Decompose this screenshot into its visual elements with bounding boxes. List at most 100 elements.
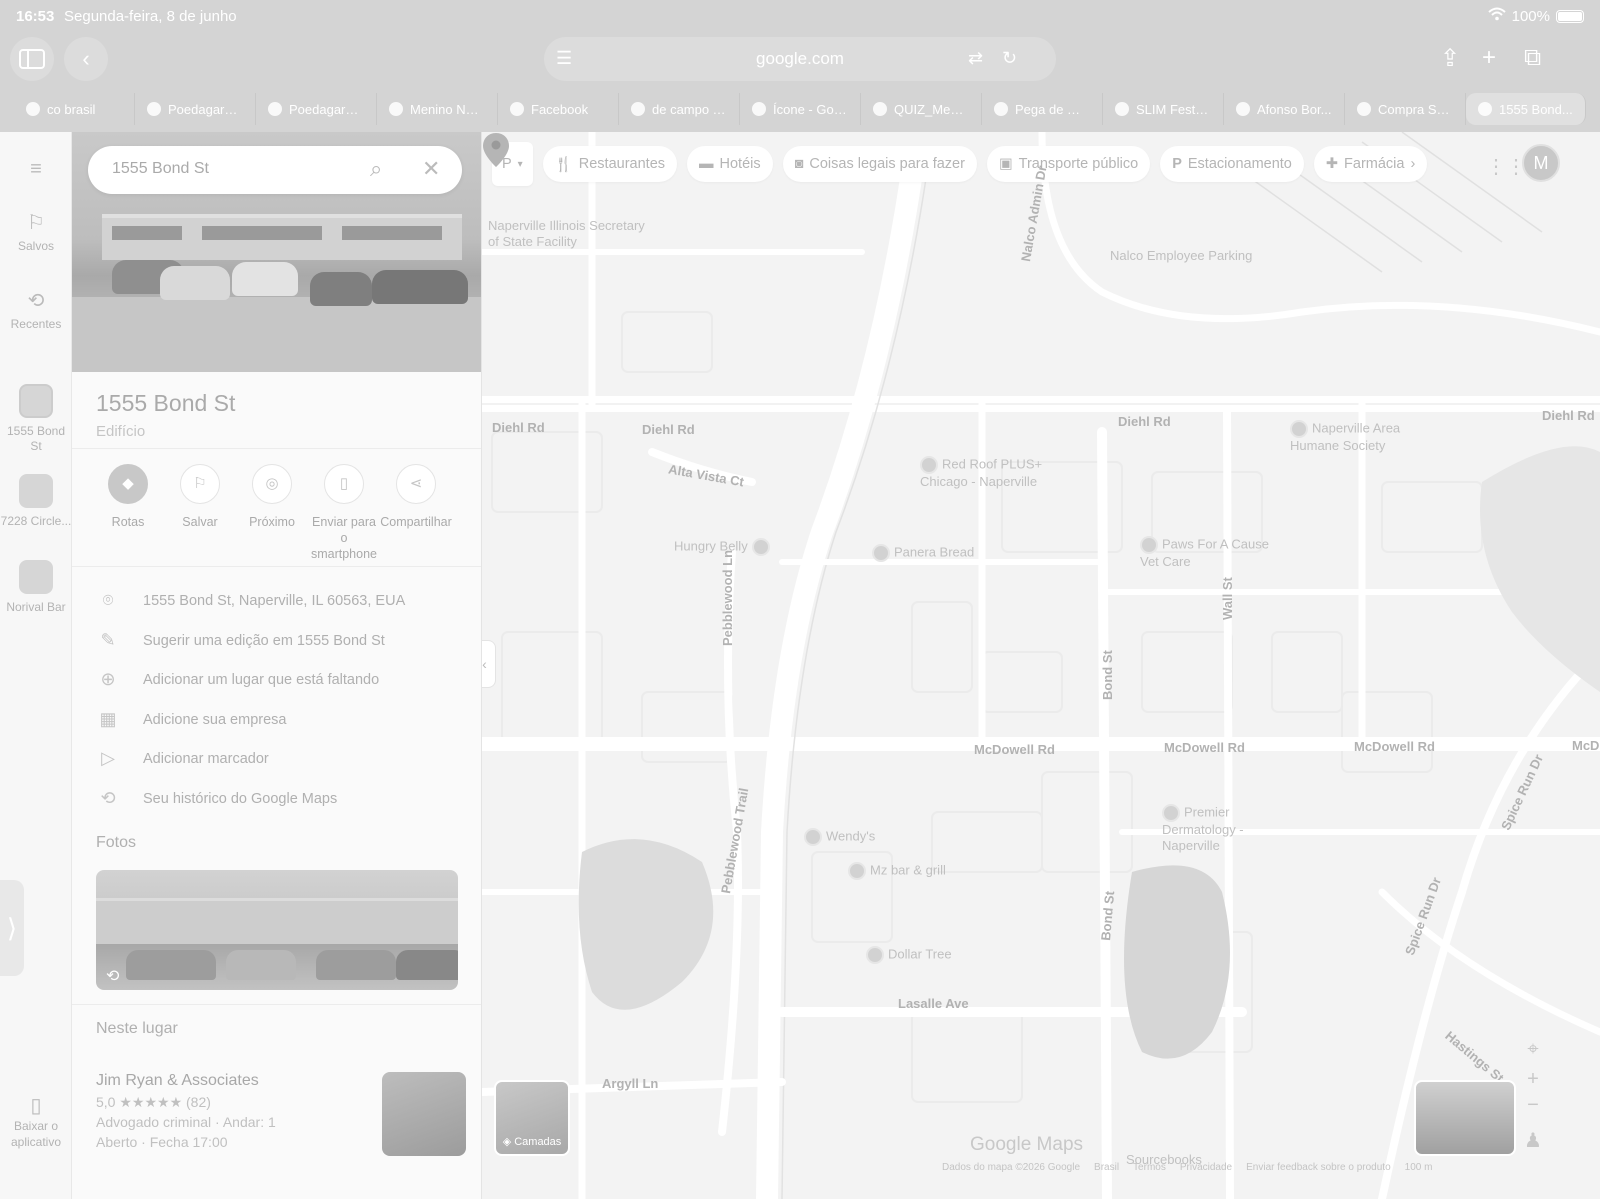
search-input[interactable]: 1555 Bond St ⌕ ✕ (88, 146, 462, 194)
my-location-icon[interactable]: ⌖ (1518, 1038, 1548, 1061)
tab-bar: co brasil Poedagar&... Poedagar&... Menino … (0, 86, 1600, 132)
poi-marker[interactable]: Dollar Tree (866, 946, 952, 964)
poi-marker[interactable]: Red Roof PLUS+ Chicago - Naperville (920, 456, 1070, 490)
chip-farmacia[interactable]: ✚ Farmácia › (1313, 146, 1428, 182)
add-business-row[interactable]: ▦ Adicione sua empresa (96, 709, 466, 733)
sidebar-toggle-button[interactable] (10, 37, 54, 81)
poi-marker[interactable]: Mz bar & grill (848, 862, 946, 880)
new-tab-icon[interactable]: + (1482, 44, 1496, 72)
window-shape (342, 226, 442, 240)
browser-tab-label: co brasil (47, 101, 96, 117)
menu-button[interactable]: ≡ (0, 158, 72, 185)
browser-tab[interactable]: Poedagar&... (256, 93, 377, 125)
poi-marker[interactable]: Naperville Area Humane Society (1290, 420, 1440, 454)
restaurant-icon (848, 862, 866, 880)
tabs-overview-icon[interactable]: ⧉ (1524, 44, 1541, 72)
footer-region-link[interactable]: Brasil (1094, 1162, 1119, 1173)
recent-place-2[interactable]: 7228 Circle... (0, 474, 72, 529)
action-label: Enviar para o smartphone (310, 515, 377, 561)
zoom-in-button[interactable]: + (1518, 1068, 1548, 1091)
browser-tab[interactable]: co brasil (14, 93, 135, 125)
close-icon[interactable]: ✕ (422, 156, 440, 182)
nearby-button[interactable]: ◎ Próximo (236, 464, 308, 530)
recent-place-1[interactable]: 1555 Bond St (0, 384, 72, 454)
map-data-credit: Dados do mapa ©2026 Google (942, 1162, 1081, 1173)
collapse-panel-button[interactable]: ‹ (482, 640, 496, 688)
maps-history-row[interactable]: ⟲ Seu histórico do Google Maps (96, 788, 466, 812)
selected-place-pin-icon[interactable] (482, 132, 510, 168)
recent-place-3[interactable]: Norival Bar (0, 560, 72, 615)
maps-left-rail: ≡ ⚐ Salvos ⟲ Recentes 1555 Bond St 7228 … (0, 132, 72, 1199)
address-row[interactable]: ⌾ 1555 Bond St, Naperville, IL 60563, EU… (96, 590, 466, 614)
window-shape (112, 226, 182, 240)
hotel-icon (920, 456, 938, 474)
browser-tab[interactable]: Menino Ney... (377, 93, 498, 125)
scale-bar[interactable]: 100 m (1405, 1162, 1433, 1173)
place-photo[interactable]: ⟲ (96, 870, 458, 990)
cafe-icon (872, 544, 890, 562)
chip-restaurantes[interactable]: 🍴 Restaurantes (542, 146, 678, 182)
chip-coisas-legais[interactable]: ◙ Coisas legais para fazer (782, 146, 977, 182)
poi-marker[interactable]: Naperville Illinois Secretary of State F… (488, 218, 658, 250)
poi-marker[interactable]: Premier Dermatology - Naperville (1162, 804, 1302, 854)
browser-tab[interactable]: Facebook (498, 93, 619, 125)
directions-button[interactable]: ◆ Rotas (92, 464, 164, 530)
place-category[interactable]: Edifício (96, 423, 145, 440)
layers-button[interactable]: ◈ Camadas (494, 1080, 570, 1156)
street-view-thumbnail[interactable] (1414, 1080, 1516, 1156)
browser-tab[interactable]: Compra Se... (1345, 93, 1466, 125)
download-app-button[interactable]: ▯ Baixar o aplicativo (0, 1096, 72, 1150)
business-rating: 5,0 (96, 1094, 116, 1110)
collapse-side-handle[interactable]: ⟩ (0, 880, 24, 976)
business-name[interactable]: Jim Ryan & Associates (96, 1072, 259, 1090)
divider (72, 1004, 481, 1005)
browser-tab[interactable]: QUIZ_Mestr... (861, 93, 982, 125)
chevron-left-icon: ‹ (482, 656, 487, 672)
nearby-icon: ◎ (252, 464, 292, 504)
poi-marker[interactable]: Hungry Belly (674, 538, 774, 556)
footer-terms-link[interactable]: Termos (1133, 1162, 1166, 1173)
suggest-edit-row[interactable]: ✎ Sugerir uma edição em 1555 Bond St (96, 630, 466, 654)
business-thumbnail[interactable] (382, 1072, 466, 1156)
chip-hoteis[interactable]: ▬ Hotéis (687, 146, 773, 182)
footer-feedback-link[interactable]: Enviar feedback sobre o produto (1246, 1162, 1391, 1173)
poi-marker[interactable]: Wendy's (804, 828, 875, 846)
translate-icon[interactable]: ⇄ (968, 48, 983, 69)
layers-text: Camadas (514, 1136, 562, 1148)
close-icon[interactable] (1478, 102, 1492, 116)
browser-tab[interactable]: SLIM Festa... (1103, 93, 1224, 125)
status-right: 100% (1487, 7, 1584, 25)
poi-marker[interactable]: Nalco Employee Parking (1110, 248, 1252, 264)
pegman-icon[interactable]: ♟ (1518, 1128, 1548, 1153)
browser-tab-label: Afonso Bor... (1257, 101, 1332, 117)
add-missing-place-row[interactable]: ⊕ Adicionar um lugar que está faltando (96, 669, 466, 693)
saved-button[interactable]: ⚐ Salvos (0, 210, 72, 253)
footer-privacy-link[interactable]: Privacidade (1180, 1162, 1232, 1173)
send-to-phone-button[interactable]: ▯ Enviar para o smartphone (308, 464, 380, 562)
address-bar[interactable]: ☰ google.com ⇄ ↻ (544, 37, 1056, 81)
map-canvas[interactable]: P ▾ 🍴 Restaurantes ▬ Hotéis ◙ Coisas legais… (482, 132, 1600, 1199)
browser-tab[interactable]: Afonso Bor... (1224, 93, 1345, 125)
chip-transporte[interactable]: ▣ Transporte público (986, 146, 1151, 182)
chip-estacionamento[interactable]: P Estacionamento (1160, 146, 1304, 182)
apps-grid-icon[interactable]: ⋮⋮ (1486, 154, 1526, 179)
search-icon[interactable]: ⌕ (370, 156, 382, 182)
poi-marker[interactable]: Paws For A Cause Vet Care (1140, 536, 1290, 570)
browser-tab[interactable]: Pega de Ou... (982, 93, 1103, 125)
poi-marker[interactable]: Panera Bread (872, 544, 974, 562)
save-button[interactable]: ⚐ Salvar (164, 464, 236, 530)
share-page-icon[interactable]: ⇪ (1440, 44, 1460, 73)
road-label: Argyll Ln (602, 1076, 659, 1091)
browser-tab[interactable]: 1555 Bond... (1466, 93, 1586, 125)
recent-place-thumb (19, 384, 53, 418)
reload-icon[interactable]: ↻ (1002, 48, 1017, 69)
add-label-row[interactable]: ▷ Adicionar marcador (96, 748, 466, 772)
recent-button[interactable]: ⟲ Recentes (0, 288, 72, 331)
browser-tab[interactable]: Ícone - Goo... (740, 93, 861, 125)
browser-tab[interactable]: de campo T... (619, 93, 740, 125)
share-button[interactable]: ⋖ Compartilhar (380, 464, 452, 530)
browser-tab[interactable]: Poedagar&... (135, 93, 256, 125)
zoom-out-button[interactable]: − (1518, 1094, 1548, 1117)
avatar[interactable]: M (1522, 144, 1560, 182)
back-button[interactable]: ‹ (64, 37, 108, 81)
